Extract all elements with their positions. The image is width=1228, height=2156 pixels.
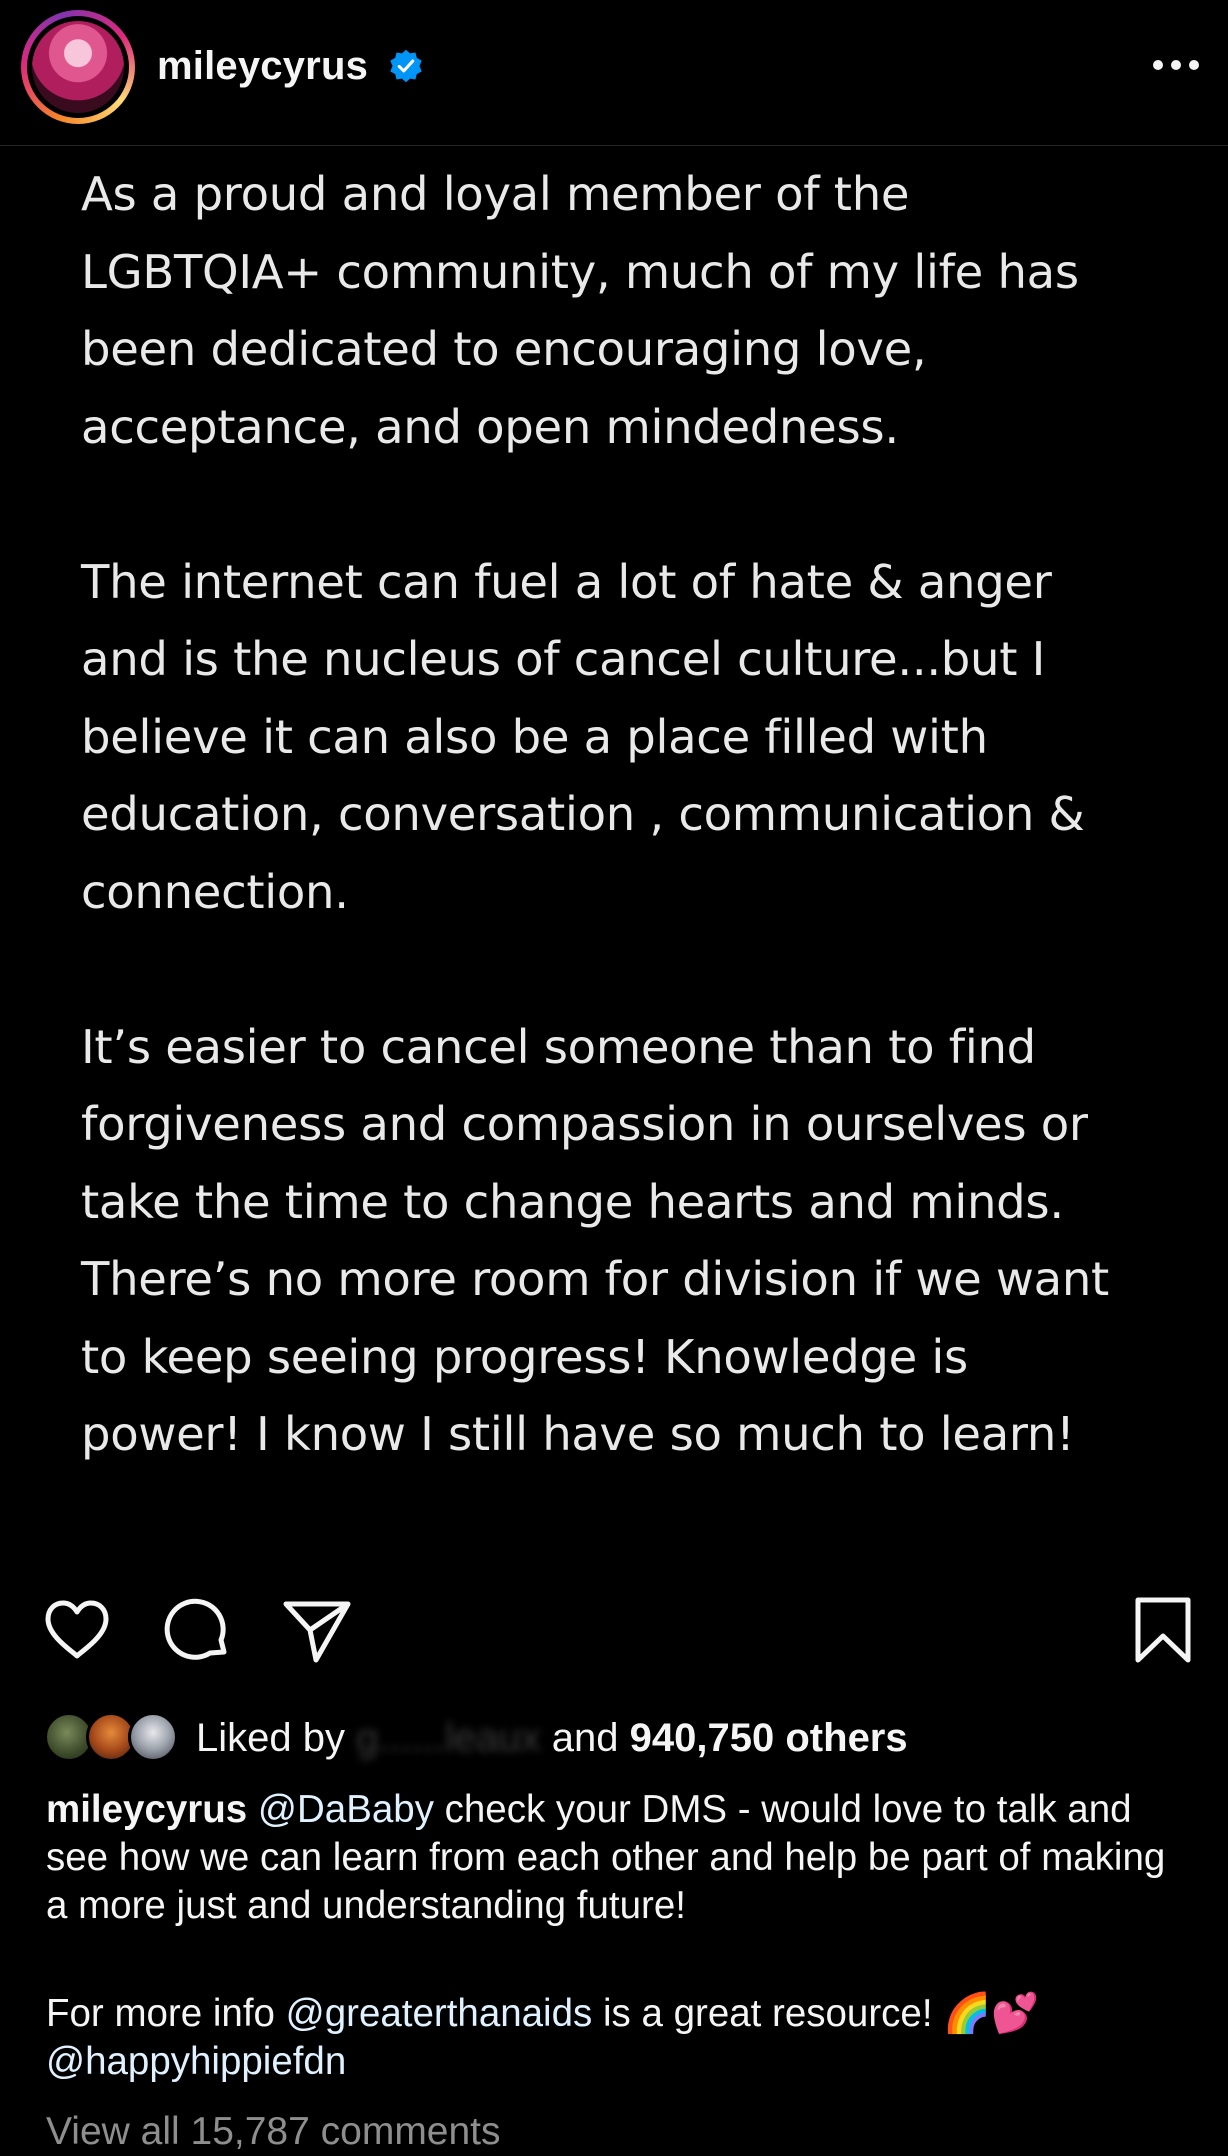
heart-icon[interactable] (42, 1596, 112, 1666)
likes-prefix: Liked by (196, 1716, 345, 1760)
likes-text: Liked by g......leaux and 940,750 others (196, 1714, 908, 1762)
likes-row[interactable]: Liked by g......leaux and 940,750 others (44, 1710, 1224, 1766)
mention-link[interactable]: @DaBaby (258, 1788, 434, 1831)
post-header: mileycyrus (0, 0, 1228, 146)
comment-bubble-icon[interactable] (164, 1596, 234, 1666)
view-all-comments-link[interactable]: View all 15,787 comments (46, 2108, 501, 2156)
liker-avatar (128, 1712, 178, 1762)
likes-count[interactable]: 940,750 others (630, 1716, 908, 1760)
bookmark-icon[interactable] (1128, 1596, 1198, 1666)
caption-paragraph-1: mileycyrus @DaBaby check your DMS - woul… (46, 1786, 1196, 1930)
caption-username[interactable]: mileycyrus (46, 1788, 247, 1831)
statement-paragraph-2: The internet can fuel a lot of hate & an… (81, 554, 1085, 919)
post-author-username[interactable]: mileycyrus (157, 38, 368, 94)
liker-username-blurred[interactable]: g......leaux (356, 1716, 541, 1760)
verified-badge-icon (390, 49, 422, 83)
mention-link[interactable]: @happyhippiefdn (46, 2040, 346, 2083)
mention-link[interactable]: @greaterthanaids (286, 1992, 593, 2035)
avatar-inner (27, 16, 129, 118)
statement-paragraph-3: It’s easier to cancel someone than to fi… (81, 1019, 1109, 1462)
caption-text: For more info (46, 1992, 286, 2035)
paper-plane-icon[interactable] (282, 1596, 352, 1666)
post-action-bar (0, 1596, 1228, 1668)
statement-paragraph-1: As a proud and loyal member of the LGBTQ… (81, 167, 1079, 454)
post-image[interactable]: As a proud and loyal member of the LGBTQ… (0, 146, 1228, 1566)
caption-paragraph-2: For more info @greaterthanaids is a grea… (46, 1990, 1196, 2086)
likes-and: and (551, 1716, 619, 1760)
more-horizontal-icon[interactable] (1148, 50, 1204, 80)
caption-text: is a great resource! 🌈💕 (592, 1992, 1040, 2035)
story-ring[interactable] (21, 10, 135, 124)
avatar[interactable] (32, 21, 124, 113)
statement-text: As a proud and loyal member of the LGBTQ… (81, 156, 1201, 1551)
post-caption: mileycyrus @DaBaby check your DMS - woul… (46, 1786, 1196, 2086)
